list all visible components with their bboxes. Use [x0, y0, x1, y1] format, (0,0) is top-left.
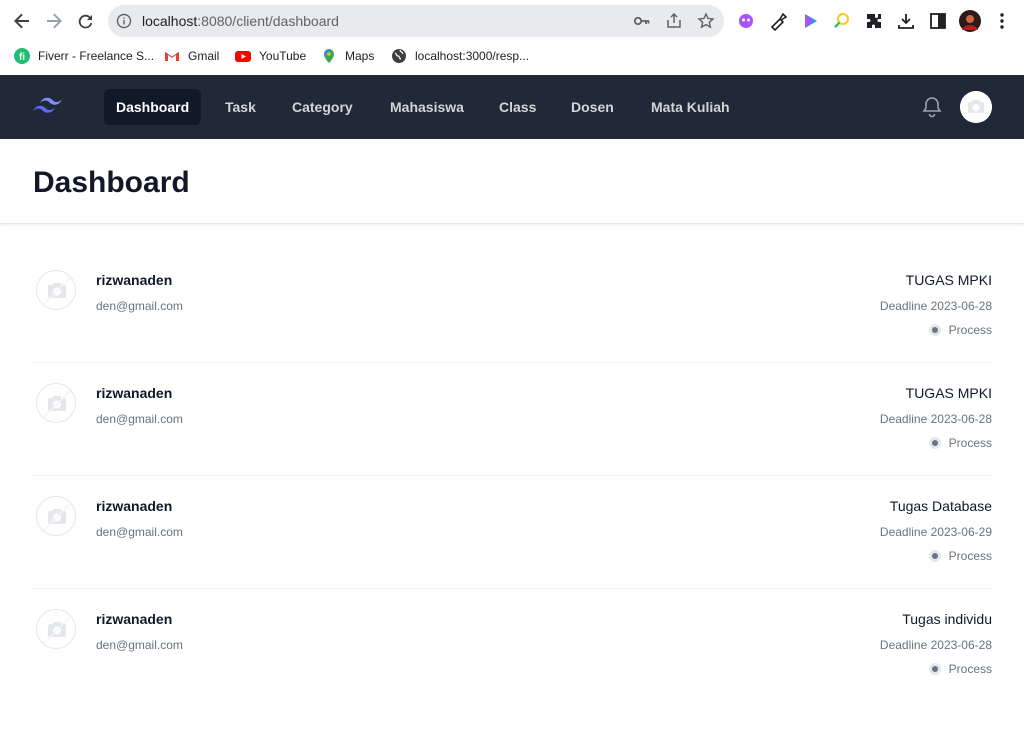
student-email: den@gmail.com [96, 525, 183, 539]
bookmark-fiverr[interactable]: fi Fiverr - Freelance S... [14, 47, 154, 65]
youtube-icon [235, 48, 251, 64]
task-title: TUGAS MPKI [905, 385, 992, 401]
task-row[interactable]: rizwanaden den@gmail.com TUGAS MPKI Dead… [32, 363, 992, 476]
nav-task[interactable]: Task [213, 89, 268, 125]
bookmark-label: Gmail [188, 49, 220, 63]
svg-text:fi: fi [19, 52, 25, 63]
task-deadline: Deadline 2023-06-28 [879, 299, 992, 313]
status-badge: Process [928, 436, 992, 450]
status-label: Process [948, 323, 992, 337]
reload-icon[interactable] [74, 9, 98, 33]
url-host: localhost [142, 13, 198, 29]
nav-dashboard[interactable]: Dashboard [104, 89, 202, 125]
status-dot-icon [928, 550, 941, 562]
tailwind-logo-icon[interactable] [32, 95, 64, 119]
status-badge: Process [928, 662, 992, 676]
url-text: localhost:8080/client/dashboard [142, 13, 339, 29]
task-deadline: Deadline 2023-06-29 [879, 525, 992, 539]
address-bar[interactable]: localhost:8080/client/dashboard [108, 5, 724, 37]
task-deadline: Deadline 2023-06-28 [879, 412, 992, 426]
extension-puzzle-purple-icon[interactable] [736, 11, 756, 31]
student-name: rizwanaden [96, 385, 173, 401]
avatar [36, 270, 76, 310]
profile-avatar-icon[interactable] [959, 10, 981, 32]
student-email: den@gmail.com [96, 299, 183, 313]
site-info-icon[interactable] [116, 13, 132, 29]
bookmark-gmail[interactable]: Gmail [164, 47, 219, 65]
bookmark-star-icon[interactable] [697, 12, 715, 30]
extension-brush-icon[interactable] [768, 11, 788, 32]
page-title: Dashboard [33, 166, 190, 199]
gmail-icon [164, 48, 180, 64]
bookmark-youtube[interactable]: YouTube [235, 47, 306, 65]
share-icon[interactable] [665, 12, 683, 30]
url-path: :8080/client/dashboard [197, 13, 339, 29]
key-icon[interactable] [633, 12, 651, 30]
bookmark-maps[interactable]: Maps [321, 47, 374, 65]
download-icon[interactable] [896, 11, 916, 31]
task-row[interactable]: rizwanaden den@gmail.com Tugas individu … [32, 589, 992, 702]
student-email: den@gmail.com [96, 638, 183, 652]
nav-mahasiswa[interactable]: Mahasiswa [378, 89, 476, 125]
task-deadline: Deadline 2023-06-28 [879, 638, 992, 652]
avatar [36, 609, 76, 649]
bookmarks-bar: fi Fiverr - Freelance S... Gmail YouTube… [0, 42, 1024, 70]
status-dot-icon [928, 324, 941, 336]
status-label: Process [948, 436, 992, 450]
task-list: rizwanaden den@gmail.com TUGAS MPKI Dead… [32, 250, 992, 702]
app-navbar: Dashboard Task Category Mahasiswa Class … [0, 75, 1024, 139]
avatar [36, 383, 76, 423]
bookmark-label: YouTube [259, 49, 307, 63]
task-row[interactable]: rizwanaden den@gmail.com TUGAS MPKI Dead… [32, 250, 992, 363]
avatar [36, 496, 76, 536]
status-dot-icon [928, 437, 941, 449]
student-name: rizwanaden [96, 272, 173, 288]
extensions-icon[interactable] [864, 11, 884, 31]
fiverr-icon: fi [14, 48, 30, 64]
status-label: Process [948, 662, 992, 676]
nav-category[interactable]: Category [280, 89, 365, 125]
extension-play-icon[interactable] [800, 11, 820, 31]
side-panel-icon[interactable] [928, 11, 948, 31]
status-badge: Process [928, 549, 992, 563]
browser-toolbar: localhost:8080/client/dashboard [0, 0, 1024, 42]
page-header: Dashboard [0, 139, 1024, 224]
bookmark-label: Fiverr - Freelance S... [38, 49, 155, 63]
extension-search-icon[interactable] [832, 11, 852, 31]
task-title: TUGAS MPKI [905, 272, 992, 288]
bookmark-localhost[interactable]: localhost:3000/resp... [391, 47, 529, 65]
status-badge: Process [928, 323, 992, 337]
forward-icon[interactable] [42, 9, 66, 33]
task-title: Tugas Database [889, 498, 992, 514]
task-row[interactable]: rizwanaden den@gmail.com Tugas Database … [32, 476, 992, 589]
notification-bell-icon[interactable] [920, 95, 944, 119]
bookmark-label: localhost:3000/resp... [415, 49, 530, 63]
nav-mata-kuliah[interactable]: Mata Kuliah [639, 89, 742, 125]
student-name: rizwanaden [96, 498, 173, 514]
status-dot-icon [928, 663, 941, 675]
maps-icon [321, 48, 337, 64]
task-title: Tugas individu [902, 611, 992, 627]
user-avatar[interactable] [960, 91, 992, 123]
globe-icon [391, 48, 407, 64]
nav-dosen[interactable]: Dosen [559, 89, 626, 125]
nav-class[interactable]: Class [487, 89, 548, 125]
student-email: den@gmail.com [96, 412, 183, 426]
student-name: rizwanaden [96, 611, 173, 627]
menu-kebab-icon[interactable] [992, 11, 1012, 31]
back-icon[interactable] [10, 9, 34, 33]
browser-chrome: localhost:8080/client/dashboard fi Fiver… [0, 0, 1024, 75]
status-label: Process [948, 549, 992, 563]
bookmark-label: Maps [345, 49, 375, 63]
